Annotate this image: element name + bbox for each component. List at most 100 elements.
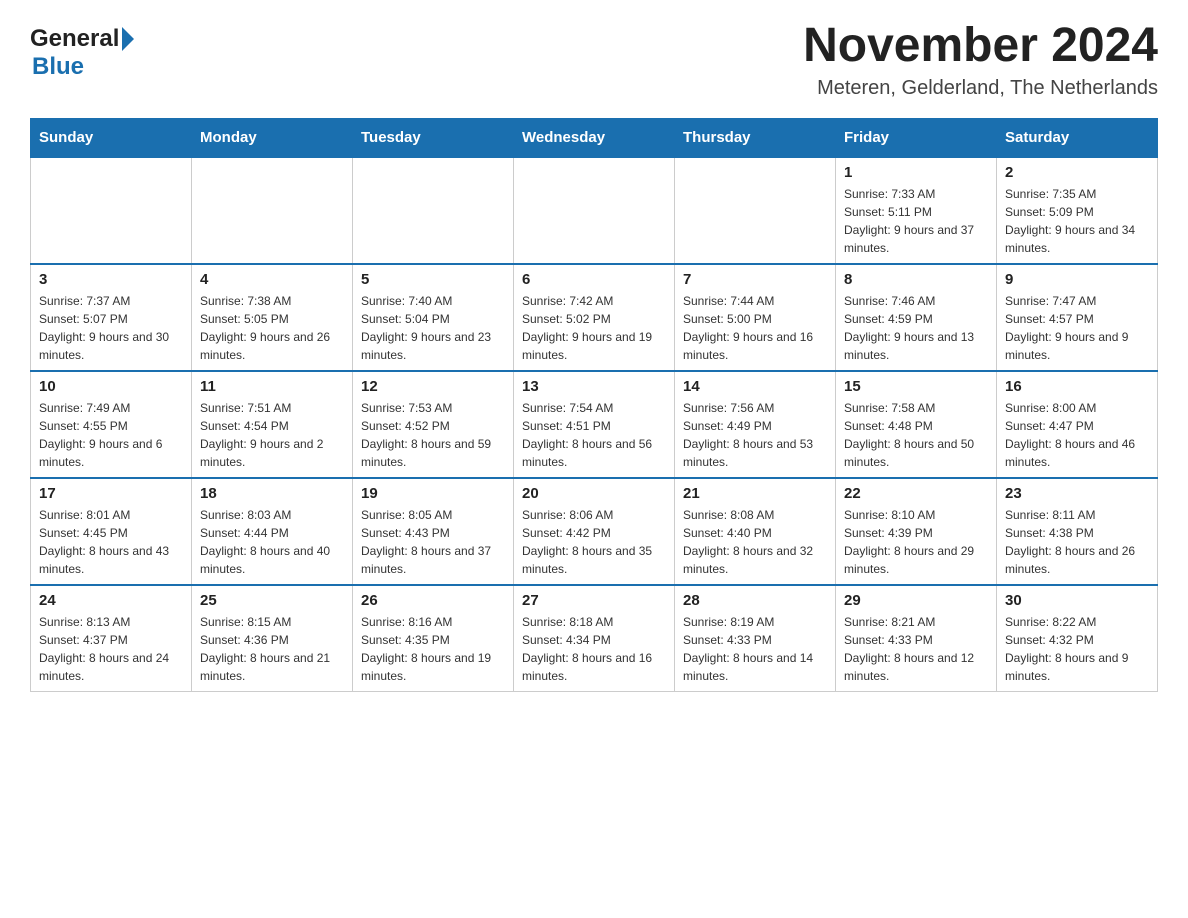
calendar-day-header: Thursday — [675, 118, 836, 157]
day-info: Sunrise: 7:40 AMSunset: 5:04 PMDaylight:… — [361, 292, 505, 364]
calendar-week-row: 17 Sunrise: 8:01 AMSunset: 4:45 PMDayligh… — [31, 478, 1158, 585]
day-number: 10 — [39, 378, 183, 395]
calendar-day-header: Friday — [836, 118, 997, 157]
day-info: Sunrise: 8:01 AMSunset: 4:45 PMDaylight:… — [39, 506, 183, 578]
day-number: 7 — [683, 271, 827, 288]
calendar-week-row: 10 Sunrise: 7:49 AMSunset: 4:55 PMDayligh… — [31, 371, 1158, 478]
location-subtitle: Meteren, Gelderland, The Netherlands — [803, 77, 1158, 100]
day-info: Sunrise: 7:44 AMSunset: 5:00 PMDaylight:… — [683, 292, 827, 364]
calendar-cell — [514, 157, 675, 264]
calendar-cell: 3Sunrise: 7:37 AMSunset: 5:07 PMDaylight… — [31, 264, 192, 371]
day-number: 9 — [1005, 271, 1149, 288]
day-info: Sunrise: 8:10 AMSunset: 4:39 PMDaylight:… — [844, 506, 988, 578]
day-info: Sunrise: 8:15 AMSunset: 4:36 PMDaylight:… — [200, 613, 344, 685]
day-number: 23 — [1005, 485, 1149, 502]
calendar-cell: 27Sunrise: 8:18 AMSunset: 4:34 PMDayligh… — [514, 585, 675, 692]
calendar-cell: 2Sunrise: 7:35 AMSunset: 5:09 PMDaylight… — [997, 157, 1158, 264]
day-info: Sunrise: 7:38 AMSunset: 5:05 PMDaylight:… — [200, 292, 344, 364]
day-number: 28 — [683, 592, 827, 609]
day-info: Sunrise: 7:49 AMSunset: 4:55 PMDaylight:… — [39, 399, 183, 471]
title-area: November 2024 Meteren, Gelderland, The N… — [803, 20, 1158, 100]
day-number: 26 — [361, 592, 505, 609]
day-info: Sunrise: 7:54 AMSunset: 4:51 PMDaylight:… — [522, 399, 666, 471]
calendar-week-row: 24 Sunrise: 8:13 AMSunset: 4:37 PMDayligh… — [31, 585, 1158, 692]
calendar-cell: 22 Sunrise: 8:10 AMSunset: 4:39 PMDayligh… — [836, 478, 997, 585]
day-info: Sunrise: 8:11 AMSunset: 4:38 PMDaylight:… — [1005, 506, 1149, 578]
logo-arrow-icon — [122, 27, 134, 51]
calendar-cell: 28 Sunrise: 8:19 AMSunset: 4:33 PMDayligh… — [675, 585, 836, 692]
calendar-cell: 4 Sunrise: 7:38 AMSunset: 5:05 PMDaylight… — [192, 264, 353, 371]
day-number: 24 — [39, 592, 183, 609]
logo-blue-text: Blue — [32, 53, 84, 81]
day-number: 14 — [683, 378, 827, 395]
day-number: 4 — [200, 271, 344, 288]
day-number: 5 — [361, 271, 505, 288]
calendar-week-row: 1 Sunrise: 7:33 AMSunset: 5:11 PMDaylight… — [31, 157, 1158, 264]
day-info: Sunrise: 8:00 AMSunset: 4:47 PMDaylight:… — [1005, 399, 1149, 471]
calendar-cell: 29 Sunrise: 8:21 AMSunset: 4:33 PMDayligh… — [836, 585, 997, 692]
day-number: 1 — [844, 164, 988, 181]
calendar-cell: 20 Sunrise: 8:06 AMSunset: 4:42 PMDayligh… — [514, 478, 675, 585]
day-number: 30 — [1005, 592, 1149, 609]
day-info: Sunrise: 8:18 AMSunset: 4:34 PMDaylight:… — [522, 613, 666, 685]
calendar-day-header: Wednesday — [514, 118, 675, 157]
day-number: 29 — [844, 592, 988, 609]
calendar-week-row: 3Sunrise: 7:37 AMSunset: 5:07 PMDaylight… — [31, 264, 1158, 371]
calendar-cell: 6 Sunrise: 7:42 AMSunset: 5:02 PMDaylight… — [514, 264, 675, 371]
calendar-day-header: Monday — [192, 118, 353, 157]
calendar-cell: 9 Sunrise: 7:47 AMSunset: 4:57 PMDaylight… — [997, 264, 1158, 371]
day-info: Sunrise: 7:42 AMSunset: 5:02 PMDaylight:… — [522, 292, 666, 364]
day-number: 25 — [200, 592, 344, 609]
day-info: Sunrise: 7:35 AMSunset: 5:09 PMDaylight:… — [1005, 185, 1149, 257]
day-info: Sunrise: 8:06 AMSunset: 4:42 PMDaylight:… — [522, 506, 666, 578]
calendar-cell: 5 Sunrise: 7:40 AMSunset: 5:04 PMDaylight… — [353, 264, 514, 371]
calendar-day-header: Sunday — [31, 118, 192, 157]
calendar-cell: 24 Sunrise: 8:13 AMSunset: 4:37 PMDayligh… — [31, 585, 192, 692]
calendar-table: SundayMondayTuesdayWednesdayThursdayFrid… — [30, 118, 1158, 692]
day-info: Sunrise: 7:53 AMSunset: 4:52 PMDaylight:… — [361, 399, 505, 471]
logo: General Blue — [30, 20, 134, 81]
day-number: 11 — [200, 378, 344, 395]
day-info: Sunrise: 8:19 AMSunset: 4:33 PMDaylight:… — [683, 613, 827, 685]
month-title: November 2024 — [803, 20, 1158, 73]
day-number: 12 — [361, 378, 505, 395]
day-info: Sunrise: 8:08 AMSunset: 4:40 PMDaylight:… — [683, 506, 827, 578]
calendar-cell: 12 Sunrise: 7:53 AMSunset: 4:52 PMDayligh… — [353, 371, 514, 478]
calendar-day-header: Tuesday — [353, 118, 514, 157]
calendar-cell: 13 Sunrise: 7:54 AMSunset: 4:51 PMDayligh… — [514, 371, 675, 478]
day-info: Sunrise: 7:56 AMSunset: 4:49 PMDaylight:… — [683, 399, 827, 471]
calendar-cell: 30 Sunrise: 8:22 AMSunset: 4:32 PMDayligh… — [997, 585, 1158, 692]
calendar-cell: 19 Sunrise: 8:05 AMSunset: 4:43 PMDayligh… — [353, 478, 514, 585]
day-info: Sunrise: 7:47 AMSunset: 4:57 PMDaylight:… — [1005, 292, 1149, 364]
logo-general-text: General — [30, 25, 119, 53]
calendar-cell: 10 Sunrise: 7:49 AMSunset: 4:55 PMDayligh… — [31, 371, 192, 478]
day-number: 18 — [200, 485, 344, 502]
day-info: Sunrise: 8:13 AMSunset: 4:37 PMDaylight:… — [39, 613, 183, 685]
day-number: 6 — [522, 271, 666, 288]
calendar-cell: 7 Sunrise: 7:44 AMSunset: 5:00 PMDaylight… — [675, 264, 836, 371]
calendar-cell: 1 Sunrise: 7:33 AMSunset: 5:11 PMDaylight… — [836, 157, 997, 264]
calendar-cell: 17 Sunrise: 8:01 AMSunset: 4:45 PMDayligh… — [31, 478, 192, 585]
day-number: 17 — [39, 485, 183, 502]
day-number: 22 — [844, 485, 988, 502]
calendar-cell: 21Sunrise: 8:08 AMSunset: 4:40 PMDayligh… — [675, 478, 836, 585]
day-number: 19 — [361, 485, 505, 502]
calendar-cell: 25 Sunrise: 8:15 AMSunset: 4:36 PMDayligh… — [192, 585, 353, 692]
day-info: Sunrise: 7:33 AMSunset: 5:11 PMDaylight:… — [844, 185, 988, 257]
calendar-cell: 23 Sunrise: 8:11 AMSunset: 4:38 PMDayligh… — [997, 478, 1158, 585]
day-info: Sunrise: 8:16 AMSunset: 4:35 PMDaylight:… — [361, 613, 505, 685]
day-number: 16 — [1005, 378, 1149, 395]
calendar-cell: 15Sunrise: 7:58 AMSunset: 4:48 PMDayligh… — [836, 371, 997, 478]
calendar-cell: 26 Sunrise: 8:16 AMSunset: 4:35 PMDayligh… — [353, 585, 514, 692]
day-info: Sunrise: 8:03 AMSunset: 4:44 PMDaylight:… — [200, 506, 344, 578]
day-number: 20 — [522, 485, 666, 502]
day-info: Sunrise: 8:21 AMSunset: 4:33 PMDaylight:… — [844, 613, 988, 685]
calendar-cell — [192, 157, 353, 264]
day-info: Sunrise: 8:22 AMSunset: 4:32 PMDaylight:… — [1005, 613, 1149, 685]
day-number: 13 — [522, 378, 666, 395]
day-info: Sunrise: 8:05 AMSunset: 4:43 PMDaylight:… — [361, 506, 505, 578]
calendar-header-row: SundayMondayTuesdayWednesdayThursdayFrid… — [31, 118, 1158, 157]
day-info: Sunrise: 7:37 AMSunset: 5:07 PMDaylight:… — [39, 292, 183, 364]
calendar-cell — [353, 157, 514, 264]
day-number: 8 — [844, 271, 988, 288]
